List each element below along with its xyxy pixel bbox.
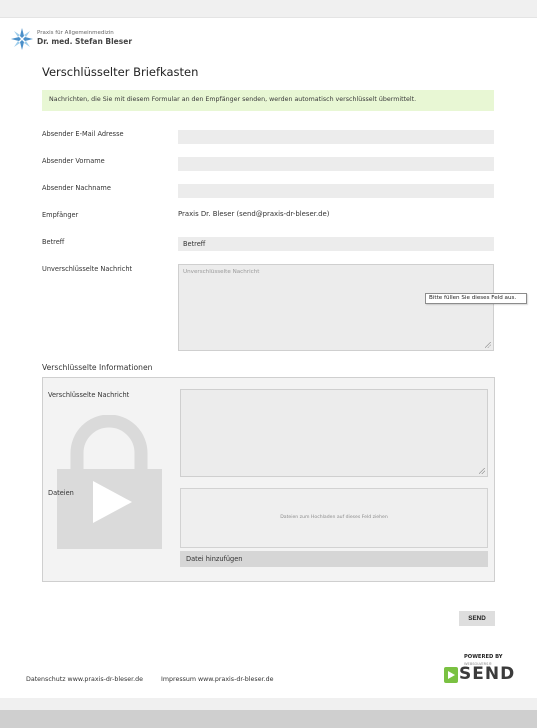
add-file-label: Datei hinzufügen — [186, 555, 243, 563]
encrypted-message-textarea[interactable] — [180, 389, 488, 477]
browser-bottom-bar — [0, 698, 537, 728]
resize-grip-icon[interactable] — [479, 468, 485, 474]
firstname-label: Absender Vorname — [42, 157, 105, 165]
subject-value: Betreff — [183, 240, 206, 248]
notice-text: Nachrichten, die Sie mit diesem Formular… — [49, 96, 417, 103]
powered-by-logo[interactable]: POWERED BY WEBSOLVERS® SEND — [444, 654, 524, 688]
star-cross-logo-icon — [11, 28, 33, 50]
dropzone-text: Dateien zum Hochladen auf dieses Feld zi… — [280, 515, 388, 520]
lock-play-icon — [57, 415, 162, 549]
encryption-notice: Nachrichten, die Sie mit diesem Formular… — [42, 90, 494, 111]
lastname-label: Absender Nachname — [42, 184, 111, 192]
message-textarea[interactable]: Unverschlüsselte Nachricht — [178, 264, 494, 351]
firstname-field[interactable] — [178, 157, 494, 171]
browser-top-bar — [0, 0, 537, 18]
add-file-button[interactable]: Datei hinzufügen — [180, 551, 488, 567]
brand-subtitle: Praxis für Allgemeinmedizin — [37, 30, 114, 36]
encrypted-section-title: Verschlüsselte Informationen — [42, 363, 153, 372]
email-field[interactable] — [178, 130, 494, 144]
page-title: Verschlüsselter Briefkasten — [42, 65, 199, 79]
send-logo-icon — [444, 667, 458, 683]
recipient-value: Praxis Dr. Bleser (send@praxis-dr-bleser… — [178, 210, 330, 218]
tooltip-text: Bitte füllen Sie dieses Feld aus. — [429, 295, 517, 301]
email-label: Absender E-Mail Adresse — [42, 130, 124, 138]
status-bar — [0, 710, 537, 728]
send-button[interactable]: SEND — [459, 611, 495, 626]
resize-grip-icon[interactable] — [485, 342, 491, 348]
validation-tooltip: Bitte füllen Sie dieses Feld aus. — [425, 293, 527, 304]
lastname-field[interactable] — [178, 184, 494, 198]
message-label: Unverschlüsselte Nachricht — [42, 265, 133, 273]
powered-by-text: POWERED BY — [464, 654, 503, 660]
recipient-label: Empfänger — [42, 211, 79, 219]
product-name: SEND — [459, 664, 516, 684]
imprint-link[interactable]: Impressum www.praxis-dr-bleser.de — [161, 676, 273, 683]
send-button-label: SEND — [468, 615, 486, 622]
privacy-link[interactable]: Datenschutz www.praxis-dr-bleser.de — [26, 676, 143, 683]
brand-name: Dr. med. Stefan Bleser — [37, 37, 133, 46]
encrypted-message-label: Verschlüsselte Nachricht — [48, 391, 130, 399]
subject-label: Betreff — [42, 238, 65, 246]
message-placeholder: Unverschlüsselte Nachricht — [183, 269, 260, 275]
subject-field[interactable]: Betreff — [178, 237, 494, 251]
file-dropzone[interactable]: Dateien zum Hochladen auf dieses Feld zi… — [180, 488, 488, 548]
files-label: Dateien — [48, 489, 74, 497]
